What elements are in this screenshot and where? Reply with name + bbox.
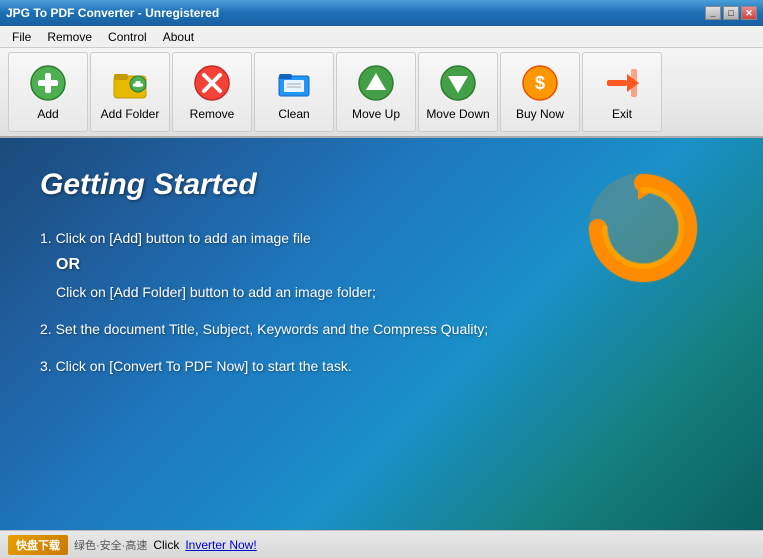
svg-text:$: $ <box>535 73 545 93</box>
step-3: 3. Click on [Convert To PDF Now] to star… <box>40 354 723 379</box>
clean-button[interactable]: Clean <box>254 52 334 132</box>
toolbar: Add Add Folder Remove <box>0 48 763 138</box>
app-logo-icon <box>583 168 703 288</box>
close-button[interactable]: ✕ <box>741 6 757 20</box>
add-folder-label: Add Folder <box>101 107 160 121</box>
main-content: Getting Started 1. Click on [Add] button… <box>0 138 763 530</box>
menu-file[interactable]: File <box>4 28 39 46</box>
title-bar: JPG To PDF Converter - Unregistered _ □ … <box>0 0 763 26</box>
step-1-text: 1. Click on [Add] button to add an image… <box>40 230 311 246</box>
move-up-icon <box>356 63 396 103</box>
add-folder-button[interactable]: Add Folder <box>90 52 170 132</box>
step-2: 2. Set the document Title, Subject, Keyw… <box>40 317 723 342</box>
menu-remove[interactable]: Remove <box>39 28 100 46</box>
exit-icon <box>602 63 642 103</box>
step-1-sub: Click on [Add Folder] button to add an i… <box>56 284 376 300</box>
step-3-text: 3. Click on [Convert To PDF Now] to star… <box>40 358 352 374</box>
buy-now-label: Buy Now <box>516 107 564 121</box>
step-2-text: 2. Set the document Title, Subject, Keyw… <box>40 321 488 337</box>
maximize-button[interactable]: □ <box>723 6 739 20</box>
clean-label: Clean <box>278 107 309 121</box>
status-link[interactable]: Inverter Now! <box>185 538 256 552</box>
status-bar: 快盘下载 绿色·安全·高速 Click Inverter Now! <box>0 530 763 558</box>
minimize-button[interactable]: _ <box>705 6 721 20</box>
add-label: Add <box>37 107 58 121</box>
menu-bar: File Remove Control About <box>0 26 763 48</box>
remove-label: Remove <box>190 107 235 121</box>
move-down-label: Move Down <box>426 107 489 121</box>
window-controls: _ □ ✕ <box>705 6 757 20</box>
exit-button[interactable]: Exit <box>582 52 662 132</box>
watermark-badge: 快盘下载 <box>8 535 68 555</box>
add-icon <box>28 63 68 103</box>
badge-text: 快盘下载 <box>16 540 60 552</box>
remove-icon <box>192 63 232 103</box>
clean-icon <box>274 63 314 103</box>
menu-about[interactable]: About <box>155 28 202 46</box>
move-up-label: Move Up <box>352 107 400 121</box>
status-click-text: Click <box>153 538 179 552</box>
exit-label: Exit <box>612 107 632 121</box>
buy-now-icon: $ <box>520 63 560 103</box>
status-left: 快盘下载 绿色·安全·高速 Click Inverter Now! <box>8 535 257 555</box>
add-button[interactable]: Add <box>8 52 88 132</box>
move-down-icon <box>438 63 478 103</box>
move-up-button[interactable]: Move Up <box>336 52 416 132</box>
buy-now-button[interactable]: $ Buy Now <box>500 52 580 132</box>
move-down-button[interactable]: Move Down <box>418 52 498 132</box>
window-title: JPG To PDF Converter - Unregistered <box>6 6 219 20</box>
menu-control[interactable]: Control <box>100 28 155 46</box>
remove-button[interactable]: Remove <box>172 52 252 132</box>
badge-sub-text: 绿色·安全·高速 <box>74 537 147 553</box>
add-folder-icon <box>110 63 150 103</box>
step-1-or: OR <box>56 256 80 273</box>
